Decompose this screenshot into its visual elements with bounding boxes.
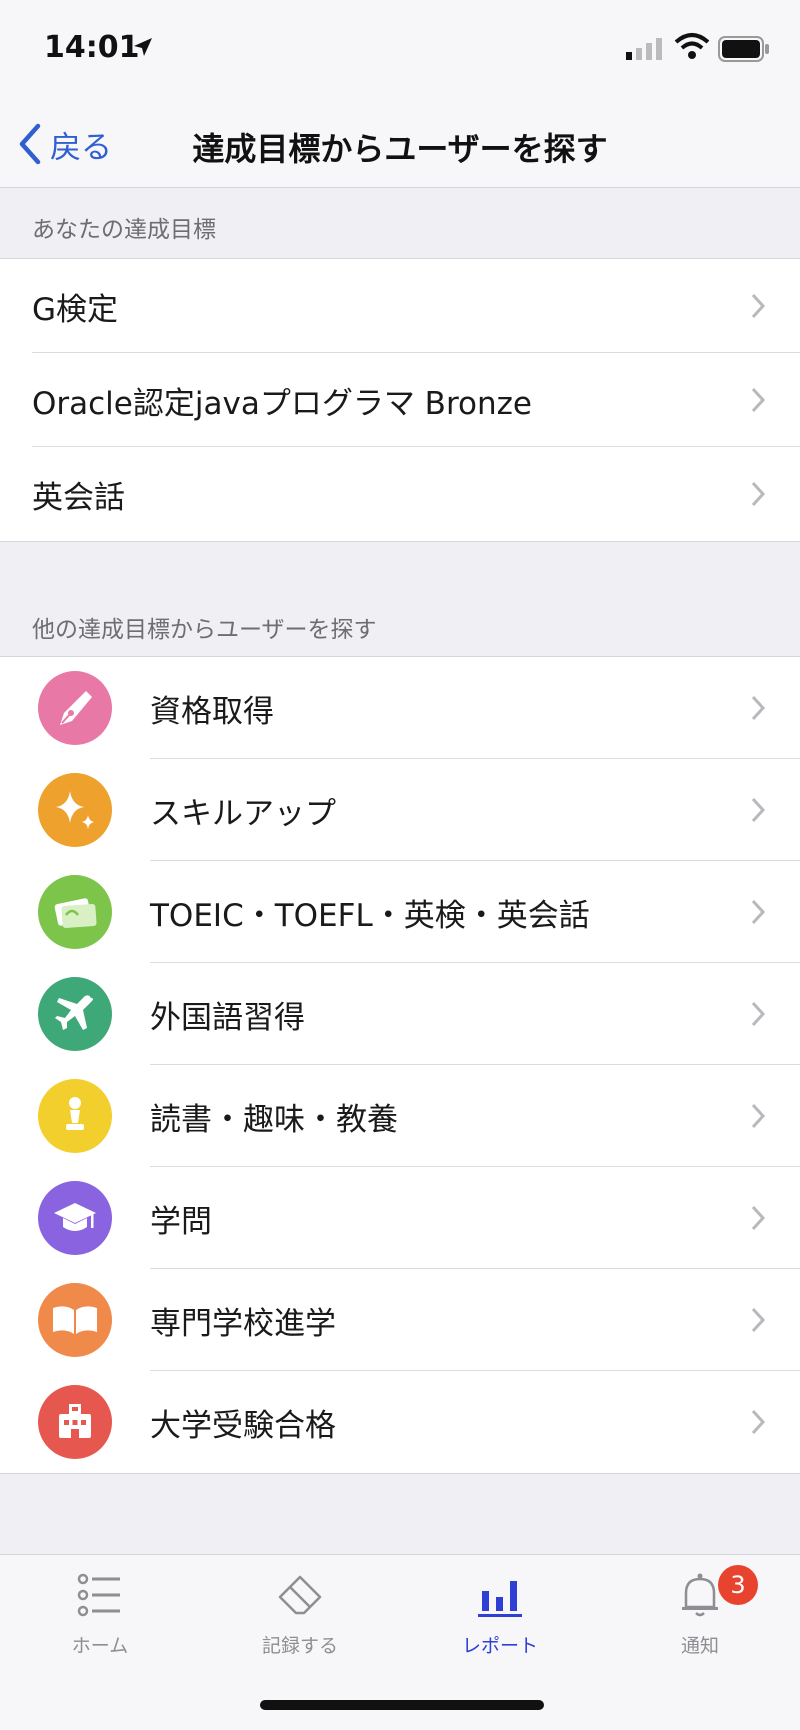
goal-row[interactable]: Oracle認定javaプログラマ Bronze [0,353,800,447]
category-row[interactable]: TOEIC・TOEFL・英検・英会話 [0,861,800,963]
category-row[interactable]: 資格取得 [0,657,800,759]
list-icon [77,1573,120,1617]
goal-row[interactable]: G検定 [0,259,800,353]
location-arrow-icon [134,38,152,56]
card-icon [38,875,112,949]
category-label: 専門学校進学 [150,1305,336,1342]
chevron-right-icon [751,797,766,823]
category-row[interactable]: 外国語習得 [0,963,800,1065]
tab-label: 通知 [680,1635,719,1657]
tab-label: ホーム [71,1635,129,1657]
chevron-right-icon [751,1001,766,1027]
chevron-right-icon [751,1307,766,1333]
tab-report[interactable]: レポート [400,1569,600,1679]
airplane-icon [38,977,112,1051]
bar-chart-icon [478,1581,522,1617]
category-row[interactable]: 大学受験合格 [0,1371,800,1473]
graduation-cap-icon [38,1181,112,1255]
category-row[interactable]: 専門学校進学 [0,1269,800,1371]
tab-label: レポート [461,1635,538,1657]
cellular-signal-icon [626,38,662,60]
category-label: 大学受験合格 [150,1407,336,1444]
tab-home[interactable]: ホーム [0,1569,200,1679]
category-label: 資格取得 [150,693,274,730]
category-label: スキルアップ [150,795,336,832]
chevron-right-icon [751,293,766,319]
tab-notifications[interactable]: 3 通知 [600,1565,800,1679]
section-header-your-goals: あなたの達成目標 [32,217,216,243]
battery-icon [718,36,769,62]
page-title: 達成目標からユーザーを探す [192,130,608,168]
eraser-icon [278,1575,322,1615]
category-label: TOEIC・TOEFL・英検・英会話 [150,897,590,934]
goal-label: 英会話 [32,479,125,516]
category-label: 読書・趣味・教養 [150,1101,398,1138]
your-goals-list: G検定 Oracle認定javaプログラマ Bronze 英会話 [0,258,800,542]
status-bar: 14:01 [0,0,800,100]
pen-nib-icon [38,671,112,745]
category-label: 外国語習得 [150,999,305,1036]
bell-icon [682,1573,718,1617]
goal-row[interactable]: 英会話 [0,447,800,541]
chevron-right-icon [751,695,766,721]
notification-badge: 3 [718,1565,758,1605]
tab-label: 記録する [261,1635,338,1657]
wifi-icon [674,33,710,59]
school-building-icon [38,1385,112,1459]
section-header-other-goals: 他の達成目標からユーザーを探す [32,617,377,643]
category-label: 学問 [150,1203,212,1240]
chess-pawn-icon [38,1079,112,1153]
chevron-right-icon [751,1409,766,1435]
status-time: 14:01 [44,30,140,65]
chevron-right-icon [751,899,766,925]
navigation-bar: 戻る 達成目標からユーザーを探す [0,100,800,188]
category-row[interactable]: スキルアップ [0,759,800,861]
chevron-right-icon [751,481,766,507]
sparkle-icon [38,773,112,847]
category-row[interactable]: 読書・趣味・教養 [0,1065,800,1167]
chevron-right-icon [751,387,766,413]
chevron-right-icon [751,1103,766,1129]
chevron-right-icon [751,1205,766,1231]
category-list: 資格取得 スキルアップ TOEIC・TOEFL・英検・英会話 外国語習得 読書・… [0,656,800,1474]
tab-record[interactable]: 記録する [200,1569,400,1679]
home-indicator[interactable] [260,1700,544,1710]
goal-label: G検定 [32,291,119,328]
category-row[interactable]: 学問 [0,1167,800,1269]
open-book-icon [38,1283,112,1357]
goal-label: Oracle認定javaプログラマ Bronze [32,385,532,422]
